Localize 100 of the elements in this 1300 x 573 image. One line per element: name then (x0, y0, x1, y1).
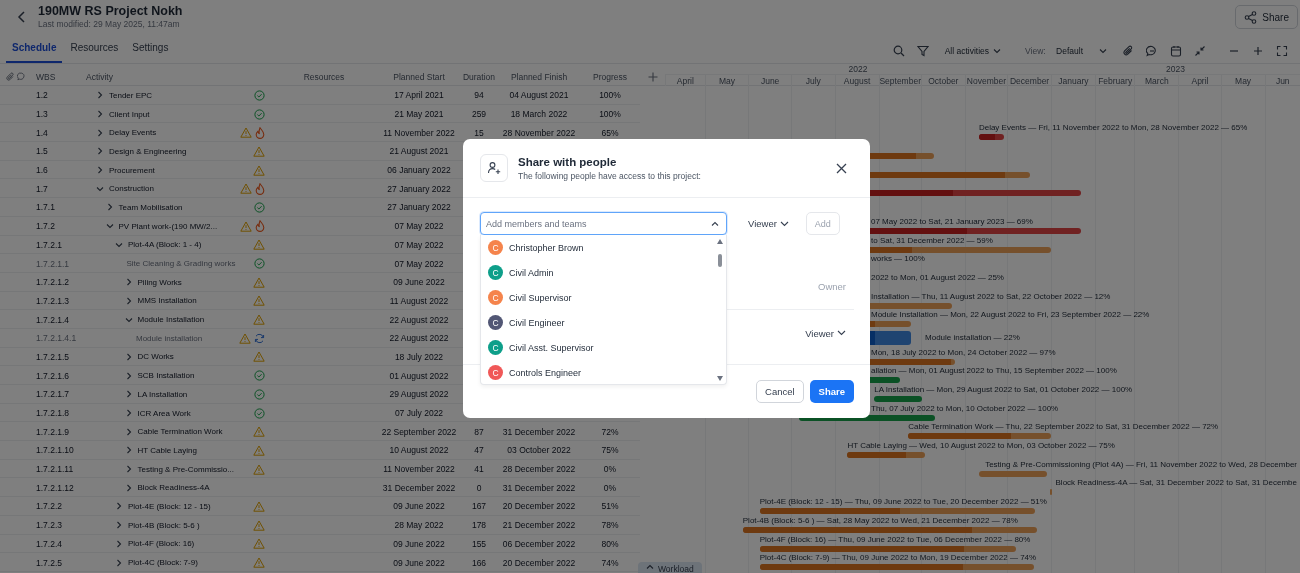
column-header: Progress (593, 71, 627, 82)
planned-finish-cell: 03 October 2022 (507, 445, 571, 456)
wbs-code: 1.7.2 (36, 221, 55, 232)
wbs-code: 1.6 (36, 165, 48, 176)
planned-finish-cell: 20 December 2022 (502, 557, 576, 568)
progress-cell: 65% (601, 127, 619, 138)
year-label: 2022 (665, 64, 1051, 75)
wbs-code: 1.7.2.1.8 (36, 408, 70, 419)
progress-cell: 51% (601, 501, 619, 512)
bar-label: Plot-4E (Block: 12 - 15) — Thu, 09 June 2022 to Tue, 20 December 2022 — 51% (759, 497, 1047, 508)
planned-start-cell: 31 December 2022 (382, 482, 456, 493)
wbs-code: 1.7.1 (36, 202, 55, 213)
wbs-code: 1.7.2.1.11 (36, 464, 74, 475)
wbs-code: 1.7.2.1.10 (36, 445, 74, 456)
wbs-code: 1.7.2.4 (36, 538, 62, 549)
planned-start-cell: 29 August 2022 (389, 389, 449, 400)
bar-label: Module installation — 22% (925, 332, 1020, 343)
wbs-code: 1.7 (36, 183, 48, 194)
duration-cell: 15 (474, 127, 484, 138)
planned-finish-cell: 18 March 2022 (510, 109, 568, 120)
wbs-code: 1.7.2.1.5 (36, 351, 70, 362)
wbs-code: 1.7.2.1.7 (36, 389, 70, 400)
bar-label: 2022 to Mon, 01 August 2022 — 25% (871, 272, 1004, 283)
bar-label: Mon, 18 July 2022 to Mon, 24 October 2022 — 97% (871, 347, 1056, 358)
bar-label: HT Cable Laying — Wed, 10 August 2022 to Mon, 03 October 2022 — 75% (847, 441, 1115, 452)
planned-finish-cell: 28 November 2022 (502, 127, 576, 138)
planned-start-cell: 18 July 2022 (394, 351, 444, 362)
column-header: Resources (303, 71, 345, 82)
column-header: Activity (86, 71, 113, 82)
planned-start-cell: 27 January 2022 (387, 202, 451, 213)
avatar: C (488, 240, 503, 255)
duration-cell: 0 (476, 482, 482, 493)
bar-label: to Sat, 31 December 2022 — 59% (871, 235, 993, 246)
planned-start-cell: 07 May 2022 (394, 239, 444, 250)
planned-start-cell: 10 August 2022 (389, 445, 449, 456)
bar-label: Testing & Pre-Commissioning (Plot 4A) — Fri, 11 November 2022 to Wed, 28 December (985, 459, 1297, 470)
planned-start-cell: 09 June 2022 (393, 557, 445, 568)
planned-finish-cell: 20 December 2022 (502, 501, 576, 512)
bar-label: Cable Termination Work — Thu, 22 September 2022 to Sat, 31 December 2022 — 72% (908, 422, 1219, 433)
duration-cell: 259 (471, 109, 487, 120)
planned-finish-cell: 31 December 2022 (502, 482, 576, 493)
duration-cell: 166 (471, 557, 487, 568)
bar-label: Plot-4B (Block: 5-6 ) — Sat, 28 May 2022 to Wed, 21 December 2022 — 78% (742, 515, 1018, 526)
bar-label: Module Installation — Mon, 22 August 2022 to Fri, 23 September 2022 — 22% (871, 310, 1150, 321)
year-label: 2023 (1051, 64, 1300, 75)
project-title: 190MW RS Project Nokh (38, 4, 183, 19)
planned-finish-cell: 31 December 2022 (502, 426, 576, 437)
column-header: WBS (36, 71, 56, 82)
planned-finish-cell: 28 December 2022 (502, 464, 576, 475)
wbs-code: 1.2 (36, 90, 48, 101)
bar-label: Thu, 07 July 2022 to Mon, 10 October 2022 — 100% (871, 403, 1059, 414)
planned-finish-cell: 04 August 2021 (509, 90, 569, 101)
dialog-title: Share with people (518, 154, 618, 170)
duration-cell: 87 (474, 426, 484, 437)
column-header: Planned Start (393, 71, 445, 82)
bar-label: Plot-4C (Block: 7-9) — Thu, 09 June 2022 to Mon, 19 December 2022 — 74% (759, 553, 1037, 564)
avatar: C (488, 290, 503, 305)
wbs-code: 1.7.2.1.6 (36, 370, 70, 381)
progress-cell: 0% (603, 482, 617, 493)
duration-cell: 41 (474, 464, 484, 475)
wbs-code: 1.7.2.1.12 (36, 482, 74, 493)
wbs-code: 1.5 (36, 146, 48, 157)
planned-start-cell: 07 May 2022 (394, 258, 444, 269)
wbs-code: 1.7.2.1.2 (36, 277, 70, 288)
wbs-code: 1.3 (36, 109, 48, 120)
bar-label: Plot-4F (Block: 16) — Thu, 09 June 2022 to Tue, 06 December 2022 — 80% (759, 534, 1031, 545)
planned-start-cell: 07 May 2022 (394, 221, 444, 232)
avatar: C (488, 340, 503, 355)
wbs-code: 1.7.2.1.1 (36, 258, 70, 269)
planned-finish-cell: 21 December 2022 (502, 520, 576, 531)
wbs-code: 1.7.2.1.9 (36, 426, 70, 437)
planned-start-cell: 28 May 2022 (394, 520, 444, 531)
planned-start-cell: 22 August 2022 (389, 314, 449, 325)
bar-label: Delay Events — Fri, 11 November 2022 to Mon, 28 November 2022 — 65% (978, 123, 1248, 134)
wbs-code: 1.7.2.3 (36, 520, 62, 531)
wbs-code: 1.4 (36, 127, 48, 138)
planned-start-cell: 17 April 2021 (394, 90, 444, 101)
bar-label: 07 May 2022 to Sat, 21 January 2023 — 69% (871, 216, 1033, 227)
bar-label: allation — Mon, 01 August 2022 to Thu, 15 September 2022 — 100% (871, 366, 1117, 377)
planned-start-cell: 11 November 2022 (383, 464, 455, 475)
progress-cell: 72% (601, 426, 619, 437)
dialog-subtitle: The following people have access to this project: (518, 169, 701, 182)
progress-cell: 0% (603, 464, 617, 475)
member-role: Owner (818, 280, 846, 292)
duration-cell: 94 (474, 90, 484, 101)
bar-label: Block Readiness-4A — Sat, 31 December 2022 to Sat, 31 Decembe (1055, 478, 1297, 489)
planned-start-cell: 21 May 2021 (394, 109, 444, 120)
bar-label: Installation — Thu, 11 August 2022 to Sat, 22 October 2022 — 12% (871, 291, 1111, 302)
duration-cell: 47 (474, 445, 484, 456)
planned-finish-cell: 06 December 2022 (502, 538, 576, 549)
planned-start-cell: 06 January 2022 (387, 165, 451, 176)
progress-cell: 100% (599, 90, 621, 101)
planned-start-cell: 09 June 2022 (393, 538, 445, 549)
duration-cell: 155 (471, 538, 487, 549)
bar-label: LA Installation — Mon, 29 August 2022 to Sat, 01 October 2022 — 100% (874, 385, 1133, 395)
progress-cell: 74% (601, 557, 619, 568)
last-modified-text: Last modified: 29 May 2025, 11:47am (38, 19, 181, 30)
wbs-code: 1.7.2.1.4.1 (36, 333, 77, 344)
progress-cell: 75% (601, 445, 619, 456)
column-header: Planned Finish (510, 71, 568, 82)
